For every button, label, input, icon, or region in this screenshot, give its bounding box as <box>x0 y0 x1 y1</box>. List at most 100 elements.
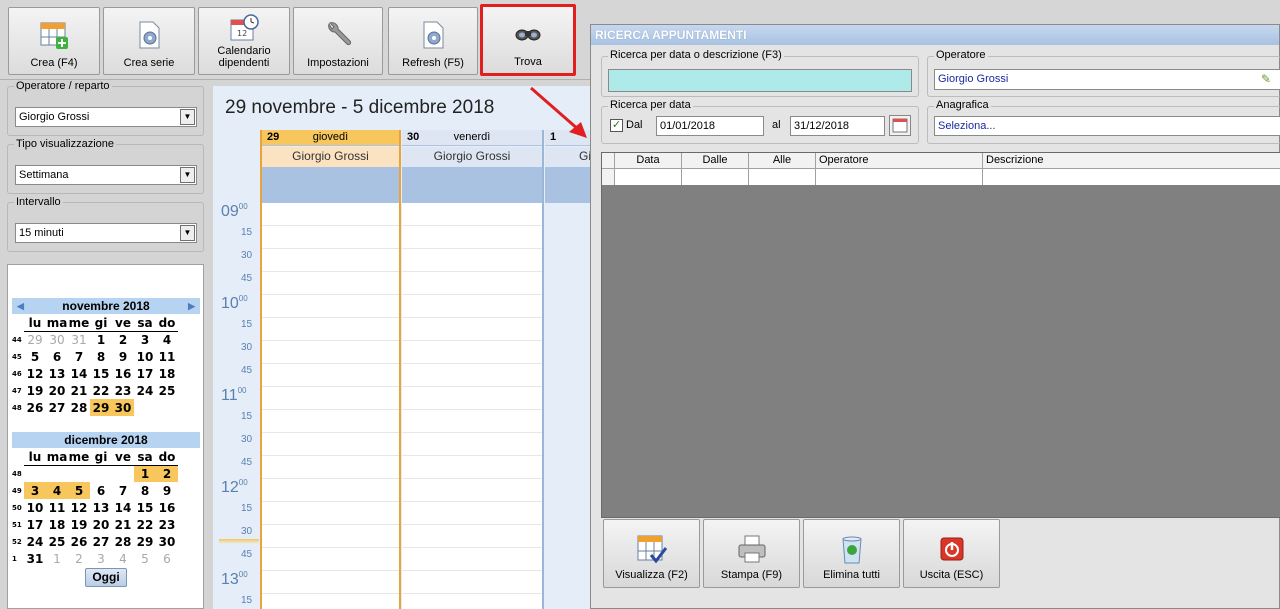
delete-all-button[interactable]: Elimina tutti <box>803 519 900 588</box>
day-cell[interactable]: 8 <box>90 348 112 365</box>
time-slots[interactable] <box>262 203 399 609</box>
day-cell[interactable]: 13 <box>46 365 68 382</box>
day-cell[interactable]: 2 <box>68 550 90 567</box>
day-cell[interactable]: 5 <box>24 348 46 365</box>
day-cell[interactable]: 12 <box>68 499 90 516</box>
day-cell[interactable]: 6 <box>156 550 178 567</box>
day-cell[interactable]: 5 <box>134 550 156 567</box>
column-header-dalle[interactable]: Dalle <box>682 153 749 169</box>
today-button[interactable]: Oggi <box>85 568 127 587</box>
print-button[interactable]: Stampa (F9) <box>703 519 800 588</box>
day-cell[interactable]: 1 <box>90 331 112 348</box>
day-cell[interactable]: 18 <box>46 516 68 533</box>
day-cell[interactable]: 17 <box>134 365 156 382</box>
day-cell[interactable]: 25 <box>46 533 68 550</box>
day-cell[interactable]: 13 <box>90 499 112 516</box>
day-cell[interactable]: 6 <box>90 482 112 499</box>
day-cell[interactable]: 21 <box>68 382 90 399</box>
day-cell[interactable]: 14 <box>68 365 90 382</box>
day-cell[interactable]: 3 <box>134 331 156 348</box>
day-cell[interactable]: 20 <box>46 382 68 399</box>
day-cell[interactable] <box>134 399 156 416</box>
day-cell[interactable]: 28 <box>68 399 90 416</box>
next-month-icon[interactable]: ▶ <box>188 298 195 314</box>
pencil-icon[interactable]: ✎ <box>1261 70 1271 88</box>
find-button[interactable]: Trova <box>480 4 576 76</box>
interval-select[interactable]: 15 minuti ▼ <box>15 223 197 243</box>
day-header[interactable]: 29 giovedì <box>262 130 399 146</box>
day-cell[interactable]: 29 <box>134 533 156 550</box>
day-cell[interactable]: 7 <box>112 482 134 499</box>
day-cell[interactable] <box>156 399 178 416</box>
day-cell[interactable]: 7 <box>68 348 90 365</box>
anagrafica-field[interactable]: Seleziona... <box>934 116 1280 136</box>
results-grid[interactable]: Data Dalle Alle Operatore Descrizione <box>601 152 1280 518</box>
chevron-down-icon[interactable]: ▼ <box>180 109 195 125</box>
day-cell[interactable]: 18 <box>156 365 178 382</box>
day-cell[interactable]: 14 <box>112 499 134 516</box>
column-header-descrizione[interactable]: Descrizione <box>983 153 1280 169</box>
day-cell[interactable]: 27 <box>90 533 112 550</box>
calendar-picker-button[interactable] <box>889 115 911 136</box>
day-cell[interactable]: 9 <box>156 482 178 499</box>
day-cell[interactable]: 16 <box>112 365 134 382</box>
employee-calendar-button[interactable]: 12 Calendario dipendenti <box>198 7 290 75</box>
day-cell[interactable]: 17 <box>24 516 46 533</box>
time-slots[interactable] <box>402 203 542 609</box>
day-cell-selected[interactable]: 29 <box>90 399 112 416</box>
day-cell[interactable]: 31 <box>24 550 46 567</box>
day-cell-selected[interactable]: 3 <box>24 482 46 499</box>
day-cell[interactable]: 8 <box>134 482 156 499</box>
day-cell-selected[interactable]: 2 <box>156 465 178 482</box>
day-header[interactable]: 30 venerdì <box>402 130 542 146</box>
dal-date-input[interactable]: 01/01/2018 <box>656 116 764 136</box>
operator-field[interactable]: Giorgio Grossi ✎ <box>934 69 1280 90</box>
day-cell[interactable]: 30 <box>46 331 68 348</box>
day-cell[interactable]: 4 <box>112 550 134 567</box>
day-cell[interactable]: 1 <box>46 550 68 567</box>
search-input[interactable] <box>608 69 912 92</box>
exit-button[interactable]: Uscita (ESC) <box>903 519 1000 588</box>
day-cell[interactable]: 25 <box>156 382 178 399</box>
day-cell[interactable]: 16 <box>156 499 178 516</box>
all-day-area[interactable] <box>402 167 542 203</box>
day-cell[interactable]: 26 <box>24 399 46 416</box>
day-cell[interactable]: 4 <box>156 331 178 348</box>
day-cell[interactable]: 22 <box>90 382 112 399</box>
day-cell[interactable]: 10 <box>24 499 46 516</box>
refresh-button[interactable]: Refresh (F5) <box>388 7 478 75</box>
day-cell[interactable]: 29 <box>24 331 46 348</box>
day-cell[interactable]: 19 <box>24 382 46 399</box>
create-button[interactable]: Crea (F4) <box>8 7 100 75</box>
settings-button[interactable]: Impostazioni <box>293 7 383 75</box>
chevron-down-icon[interactable]: ▼ <box>180 225 195 241</box>
day-cell[interactable]: 23 <box>156 516 178 533</box>
day-cell[interactable]: 20 <box>90 516 112 533</box>
create-series-button[interactable]: Crea serie <box>103 7 195 75</box>
column-header-data[interactable]: Data <box>615 153 682 169</box>
day-cell[interactable]: 31 <box>68 331 90 348</box>
day-cell[interactable]: 21 <box>112 516 134 533</box>
view-type-select[interactable]: Settimana ▼ <box>15 165 197 185</box>
operator-select[interactable]: Giorgio Grossi ▼ <box>15 107 197 127</box>
day-cell[interactable]: 10 <box>134 348 156 365</box>
time-slots[interactable] <box>545 203 590 609</box>
day-cell[interactable]: 15 <box>90 365 112 382</box>
day-cell[interactable]: 23 <box>112 382 134 399</box>
view-button[interactable]: Visualizza (F2) <box>603 519 700 588</box>
day-cell-selected[interactable]: 30 <box>112 399 134 416</box>
day-cell-selected[interactable]: 5 <box>68 482 90 499</box>
day-cell[interactable]: 22 <box>134 516 156 533</box>
day-cell[interactable]: 19 <box>68 516 90 533</box>
day-cell[interactable]: 24 <box>24 533 46 550</box>
day-cell[interactable]: 3 <box>90 550 112 567</box>
day-cell[interactable]: 28 <box>112 533 134 550</box>
day-cell[interactable]: 11 <box>46 499 68 516</box>
day-cell[interactable]: 12 <box>24 365 46 382</box>
dal-checkbox[interactable]: ✓ <box>610 119 623 132</box>
all-day-area[interactable] <box>545 167 590 203</box>
day-cell-selected[interactable]: 1 <box>134 465 156 482</box>
day-cell[interactable]: 15 <box>134 499 156 516</box>
prev-month-icon[interactable]: ◀ <box>17 298 24 314</box>
day-cell[interactable]: 24 <box>134 382 156 399</box>
